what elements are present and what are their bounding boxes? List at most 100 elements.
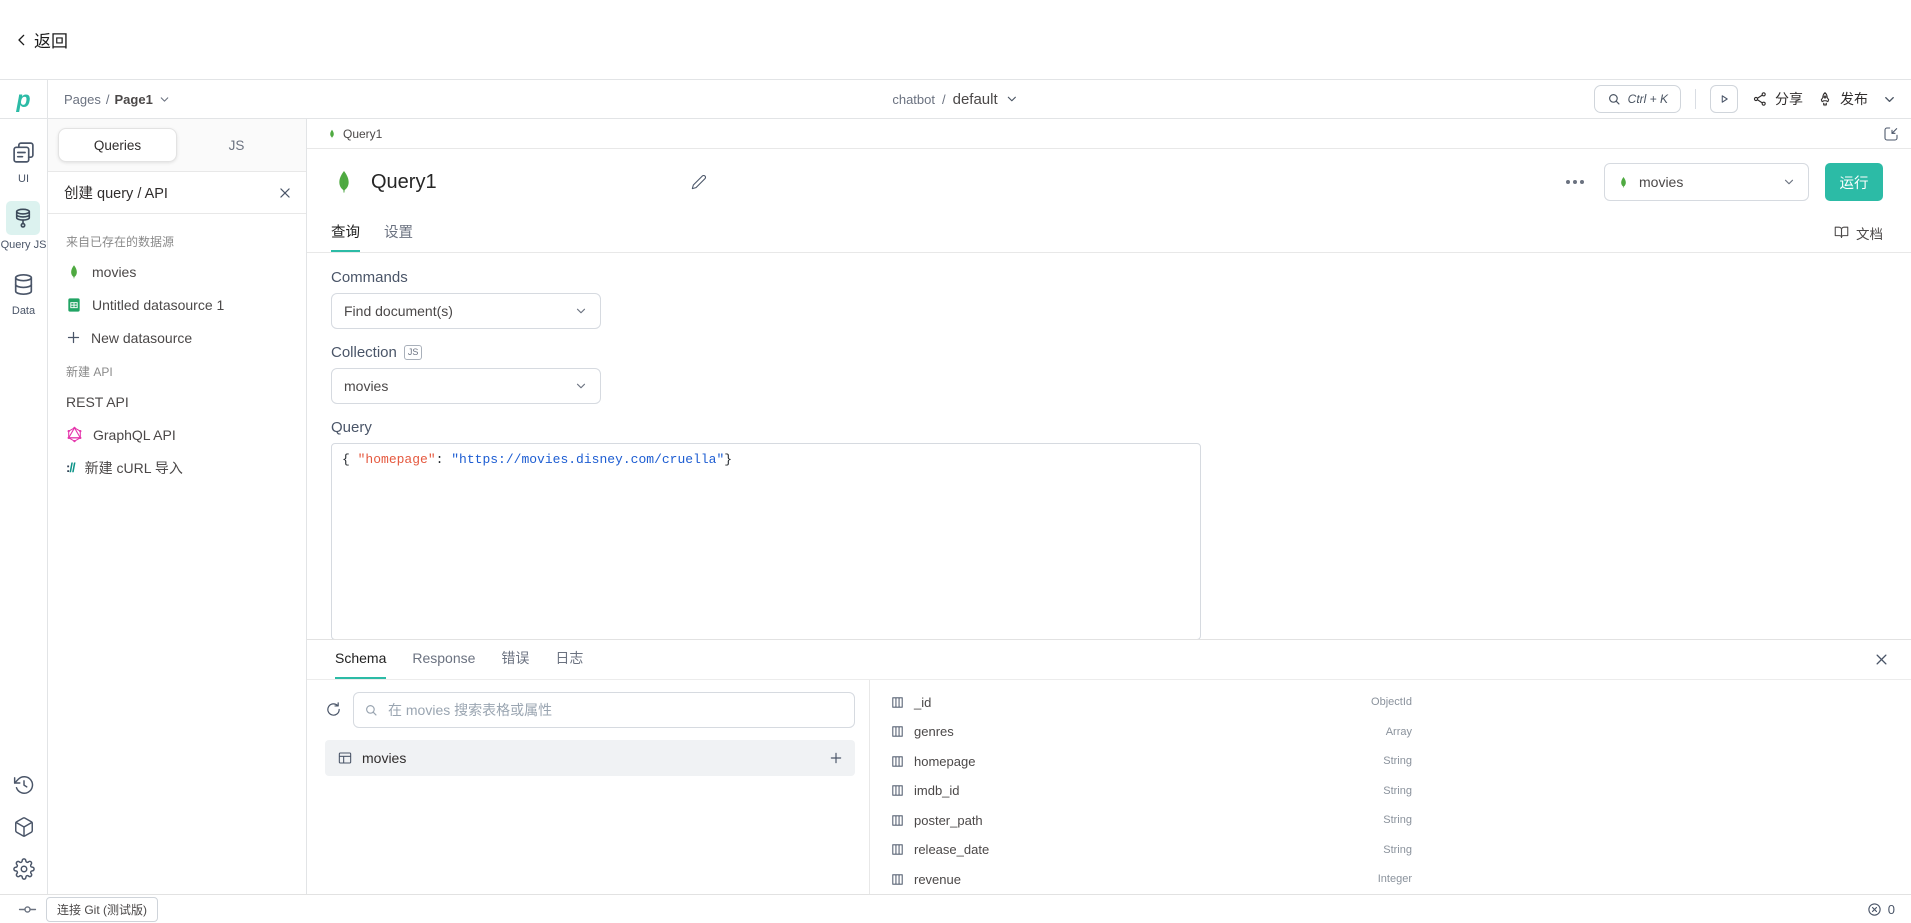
query-header: Query1 movies	[307, 149, 1911, 201]
js-toggle-badge[interactable]: JS	[404, 345, 423, 360]
tab-settings[interactable]: 设置	[384, 213, 413, 252]
new-datasource-button[interactable]: New datasource	[48, 321, 306, 354]
schema-body: movies _id ObjectId	[307, 680, 1911, 895]
tab-queries[interactable]: Queries	[58, 128, 177, 162]
field-name: genres	[914, 724, 954, 739]
curl-icon: ://	[66, 460, 75, 475]
commands-label: Commands	[331, 269, 1887, 286]
mongodb-leaf-icon	[327, 128, 337, 140]
tab-schema[interactable]: Schema	[335, 640, 386, 679]
field-name: _id	[914, 695, 931, 710]
breadcrumb[interactable]: Pages / Page1	[64, 92, 171, 107]
mongodb-leaf-icon	[66, 264, 82, 280]
tab-logs[interactable]: 日志	[555, 640, 583, 679]
collapse-editor-icon[interactable]	[1883, 126, 1899, 142]
close-icon[interactable]	[278, 186, 292, 200]
preview-play-button[interactable]	[1710, 85, 1738, 113]
share-icon	[1752, 91, 1768, 107]
tab-js[interactable]: JS	[177, 128, 296, 162]
schema-field-row[interactable]: revenue Integer	[890, 865, 1412, 895]
tab-response[interactable]: Response	[412, 640, 475, 679]
back-button[interactable]: 返回	[14, 27, 68, 52]
deploy-button[interactable]: 发布	[1817, 89, 1868, 109]
editor-tab-label: Query1	[343, 127, 382, 141]
package-icon[interactable]	[13, 816, 35, 838]
schema-field-row[interactable]: release_date String	[890, 835, 1412, 865]
connect-git-button[interactable]: 连接 Git (测试版)	[46, 897, 158, 922]
commands-select-value: Find document(s)	[344, 303, 453, 319]
tab-errors[interactable]: 错误	[501, 640, 529, 679]
collection-select[interactable]: movies	[331, 368, 601, 404]
chevron-down-icon	[158, 93, 171, 106]
code-key: "homepage"	[358, 452, 436, 467]
more-options-icon[interactable]	[1562, 176, 1588, 188]
column-icon	[890, 842, 905, 857]
sidebar-item-ui[interactable]: UI	[7, 135, 41, 185]
toolbar-divider	[1695, 89, 1696, 109]
schema-field-row[interactable]: poster_path String	[890, 806, 1412, 836]
refresh-icon[interactable]	[325, 701, 342, 718]
explorer-content: 来自已存在的数据源 movies Untitled datasource 1	[48, 214, 306, 484]
docs-label: 文档	[1856, 223, 1883, 243]
docs-link[interactable]: 文档	[1834, 223, 1883, 243]
query-form: Commands Find document(s) Collection JS …	[307, 253, 1911, 639]
collection-label-row: Collection JS	[331, 344, 1887, 361]
field-type: String	[1383, 755, 1412, 767]
database-icon	[7, 267, 41, 301]
omnibar-search-button[interactable]: Ctrl + K	[1594, 85, 1681, 113]
code-value: "https://movies.disney.com/cruella"	[451, 452, 724, 467]
datasource-name: Untitled datasource 1	[92, 297, 224, 313]
datasource-item-untitled[interactable]: Untitled datasource 1	[48, 288, 306, 321]
app-root: 返回 p Pages / Page1 chatbot / default	[0, 0, 1911, 923]
app-sep: /	[942, 92, 946, 107]
tab-query[interactable]: 查询	[331, 213, 360, 252]
run-button[interactable]: 运行	[1825, 163, 1883, 201]
error-circle-icon[interactable]	[1867, 902, 1882, 917]
app-env-switcher[interactable]: chatbot / default	[892, 91, 1018, 108]
field-type: Array	[1386, 726, 1412, 738]
editor-tab-query1[interactable]: Query1	[327, 127, 382, 141]
google-sheets-icon	[66, 297, 82, 313]
bottom-panel-tabs: Schema Response 错误 日志	[307, 640, 1911, 680]
column-icon	[890, 783, 905, 798]
schema-table-row-movies[interactable]: movies	[325, 740, 855, 776]
error-count: 0	[1888, 902, 1895, 917]
rest-api-item[interactable]: REST API	[48, 385, 306, 418]
sidebar-item-data[interactable]: Data	[7, 267, 41, 317]
schema-table-name: movies	[362, 750, 406, 766]
sidebar-item-label: UI	[18, 173, 29, 185]
app-logo[interactable]: p	[0, 80, 48, 118]
query-editor: Query1 Query1	[307, 119, 1911, 894]
deploy-menu-chevron-icon[interactable]	[1882, 92, 1897, 107]
search-shortcut: Ctrl + K	[1628, 92, 1668, 106]
code-line: { "homepage": "https://movies.disney.com…	[342, 452, 732, 467]
share-button[interactable]: 分享	[1752, 89, 1803, 109]
datasource-item-movies[interactable]: movies	[48, 255, 306, 288]
plus-icon[interactable]	[829, 751, 843, 765]
close-icon[interactable]	[1874, 652, 1889, 667]
schema-field-row[interactable]: imdb_id String	[890, 776, 1412, 806]
schema-search-input[interactable]	[386, 701, 844, 719]
history-icon[interactable]	[13, 774, 35, 796]
query-db-icon	[6, 201, 40, 235]
column-icon	[890, 813, 905, 828]
query-name[interactable]: Query1	[371, 171, 437, 194]
edit-name-icon[interactable]	[691, 174, 707, 190]
search-icon	[364, 703, 378, 717]
schema-search-row	[325, 692, 855, 728]
field-name: release_date	[914, 842, 989, 857]
graphql-api-item[interactable]: GraphQL API	[48, 418, 306, 451]
sidebar-item-query-js[interactable]: Query JS	[1, 201, 47, 251]
chevron-left-icon	[14, 32, 30, 48]
datasource-select[interactable]: movies	[1604, 163, 1809, 201]
schema-field-row[interactable]: _id ObjectId	[890, 688, 1412, 718]
curl-import-item[interactable]: :// 新建 cURL 导入	[48, 451, 306, 484]
breadcrumb-sep: /	[106, 92, 110, 107]
settings-gear-icon[interactable]	[13, 858, 35, 880]
column-icon	[890, 695, 905, 710]
app-env: default	[953, 91, 998, 108]
query-code-editor[interactable]: { "homepage": "https://movies.disney.com…	[331, 443, 1201, 639]
commands-select[interactable]: Find document(s)	[331, 293, 601, 329]
schema-field-row[interactable]: genres Array	[890, 717, 1412, 747]
schema-field-row[interactable]: homepage String	[890, 747, 1412, 777]
